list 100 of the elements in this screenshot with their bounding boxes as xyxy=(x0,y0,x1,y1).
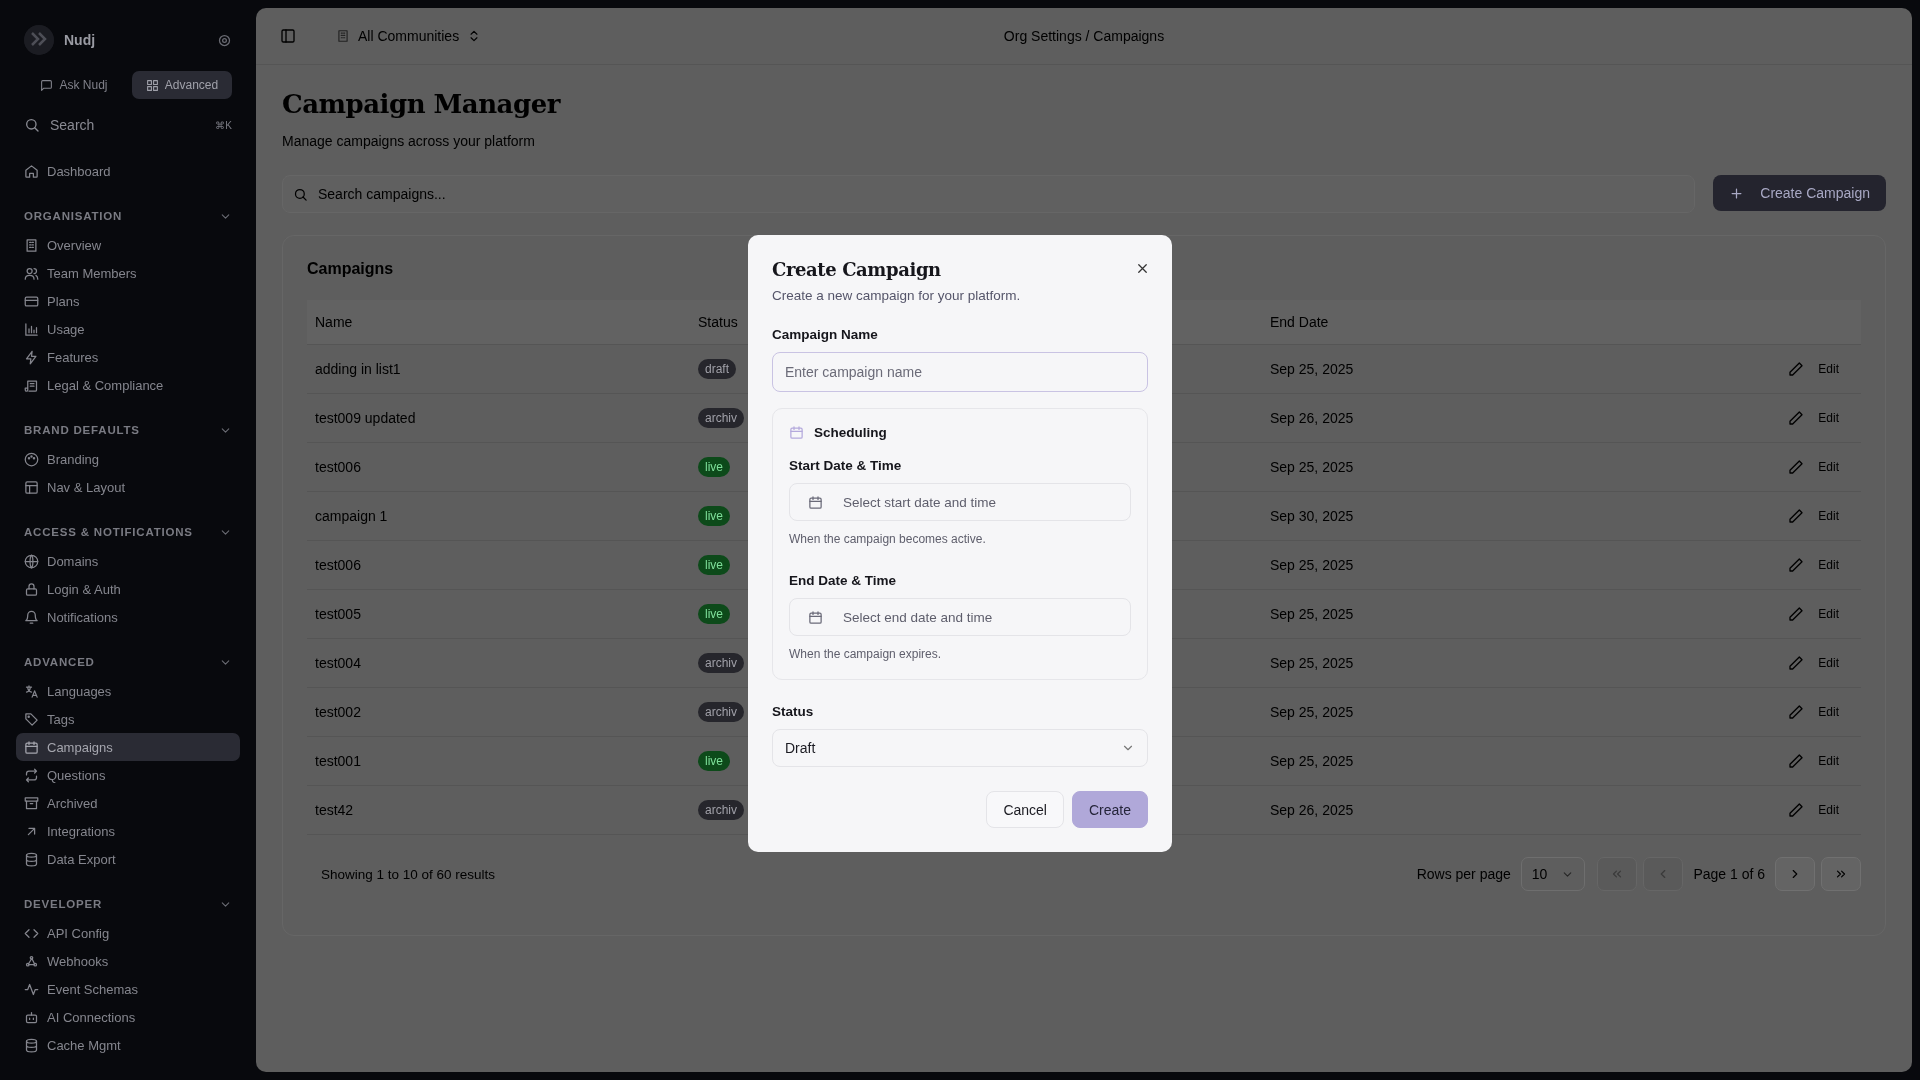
rows-per-page-select[interactable]: 10 xyxy=(1520,857,1586,891)
sidebar-item[interactable]: Dashboard xyxy=(16,157,240,185)
sidebar-item[interactable]: Languages xyxy=(16,677,240,705)
end-date: Sep 25, 2025 xyxy=(1270,655,1354,671)
sidebar-item[interactable]: Questions xyxy=(16,761,240,789)
status-badge: live xyxy=(698,457,730,477)
sidebar-item[interactable]: Legal & Compliance xyxy=(16,371,240,399)
edit-button[interactable]: Edit xyxy=(1788,606,1839,622)
pencil-icon xyxy=(1788,655,1805,671)
sidebar-item[interactable]: Campaigns xyxy=(16,733,240,761)
edit-button[interactable]: Edit xyxy=(1788,361,1839,377)
card-icon xyxy=(24,293,39,309)
pencil-icon xyxy=(1788,459,1805,475)
field-label: Start Date & Time xyxy=(789,458,903,473)
end-date: Sep 26, 2025 xyxy=(1270,410,1354,426)
sidebar-item[interactable]: Cache Mgmt xyxy=(16,1031,240,1059)
sidebar-item[interactable]: Data Export xyxy=(16,845,240,873)
status-badge: live xyxy=(698,751,730,771)
pencil-icon xyxy=(1788,753,1805,769)
pencil-icon xyxy=(1788,410,1805,426)
mode-toggle[interactable]: Ask Nudj xyxy=(24,71,124,99)
palette-icon xyxy=(24,451,39,467)
section-heading: ADVANCED xyxy=(24,656,95,668)
page-indicator: Page 1 of 6 xyxy=(1693,866,1765,882)
sidebar-item[interactable]: API Config xyxy=(16,919,240,947)
edit-button[interactable]: Edit xyxy=(1788,753,1839,769)
lightning-icon xyxy=(24,349,39,365)
sidebar-item[interactable]: Webhooks xyxy=(16,947,240,975)
edit-button[interactable]: Edit xyxy=(1788,557,1839,573)
chat-icon xyxy=(40,78,54,92)
pagination-button[interactable] xyxy=(1775,857,1815,891)
edit-button[interactable]: Edit xyxy=(1788,459,1839,475)
sidebar-item[interactable]: AI Connections xyxy=(16,1003,240,1031)
sidebar-item[interactable]: Usage xyxy=(16,315,240,343)
section-heading: BRAND DEFAULTS xyxy=(24,424,140,436)
edit-button[interactable]: Edit xyxy=(1788,704,1839,720)
sidebar-item[interactable]: Tags xyxy=(16,705,240,733)
end-date: Sep 25, 2025 xyxy=(1270,704,1354,720)
campaign-name-field[interactable]: Enter campaign name xyxy=(772,352,1148,392)
sidebar-item[interactable]: Integrations xyxy=(16,817,240,845)
plus-icon xyxy=(1729,185,1745,201)
pencil-icon xyxy=(1788,802,1805,818)
tag-icon xyxy=(24,711,39,727)
pencil-icon xyxy=(1788,606,1805,622)
campaign-name: test001 xyxy=(315,753,361,769)
sidebar-item[interactable]: Login & Auth xyxy=(16,575,240,603)
sidebar-item[interactable]: Branding xyxy=(16,445,240,473)
cancel-button[interactable]: Cancel xyxy=(986,791,1064,828)
end-date: Sep 25, 2025 xyxy=(1270,557,1354,573)
status-badge: archiv xyxy=(698,800,744,820)
sidebar-item[interactable]: Event Schemas xyxy=(16,975,240,1003)
search-icon xyxy=(24,117,40,133)
sidebar-item[interactable]: Features xyxy=(16,343,240,371)
sidebar-item[interactable]: Team Members xyxy=(16,259,240,287)
edit-button[interactable]: Edit xyxy=(1788,508,1839,524)
status-badge: archiv xyxy=(698,653,744,673)
scroll-icon xyxy=(24,377,39,393)
sidebar-item[interactable]: Nav & Layout xyxy=(16,473,240,501)
calendar-icon xyxy=(808,609,823,625)
section-heading: ACCESS & NOTIFICATIONS xyxy=(24,526,193,538)
lock-icon xyxy=(24,581,39,597)
column-header: End Date xyxy=(1270,314,1329,330)
field-hint: When the campaign expires. xyxy=(789,647,943,661)
pagination-button[interactable] xyxy=(1821,857,1861,891)
community-selector[interactable]: All Communities xyxy=(336,28,482,44)
mode-toggle[interactable]: Advanced xyxy=(132,71,232,99)
search-field[interactable]: Search campaigns... xyxy=(282,175,1696,213)
sidebar-item[interactable]: Overview xyxy=(16,231,240,259)
sidebar-item[interactable]: Plans xyxy=(16,287,240,315)
section-title: Scheduling xyxy=(814,425,887,440)
end-date: Sep 25, 2025 xyxy=(1270,361,1354,377)
campaign-name: test002 xyxy=(315,704,361,720)
close-button[interactable] xyxy=(1135,261,1150,276)
create-button[interactable]: Create xyxy=(1071,791,1148,828)
edit-button[interactable]: Edit xyxy=(1788,410,1839,426)
status-badge: draft xyxy=(698,359,736,379)
field-label: Status xyxy=(772,704,815,719)
search-field[interactable]: Search ⌘K xyxy=(16,111,240,139)
end-date: Sep 25, 2025 xyxy=(1270,606,1354,622)
date-picker-field[interactable]: Select end date and time xyxy=(789,598,1131,636)
edit-button[interactable]: Edit xyxy=(1788,802,1839,818)
sidebar-item[interactable]: Notifications xyxy=(16,603,240,631)
results-summary: Showing 1 to 10 of 60 results xyxy=(321,866,497,882)
webhook-icon xyxy=(24,953,39,969)
pencil-icon xyxy=(1788,704,1805,720)
dialog-subtitle: Create a new campaign for your platform. xyxy=(772,288,1022,303)
repeat-icon xyxy=(24,767,39,783)
campaign-name: test006 xyxy=(315,557,361,573)
create-campaign-button[interactable]: Create Campaign xyxy=(1713,175,1886,211)
breadcrumb: Org Settings / Campaigns xyxy=(1003,28,1165,44)
dialog-title: Create Campaign xyxy=(772,259,941,280)
end-date: Sep 25, 2025 xyxy=(1270,753,1354,769)
sidebar-item[interactable]: Domains xyxy=(16,547,240,575)
sidebar-item[interactable]: Archived xyxy=(16,789,240,817)
database-icon xyxy=(24,851,39,867)
status-select[interactable]: Draft xyxy=(772,729,1148,767)
edit-button[interactable]: Edit xyxy=(1788,655,1839,671)
date-picker-field[interactable]: Select start date and time xyxy=(789,483,1131,521)
globe-icon xyxy=(24,553,39,569)
layout-icon xyxy=(24,479,39,495)
